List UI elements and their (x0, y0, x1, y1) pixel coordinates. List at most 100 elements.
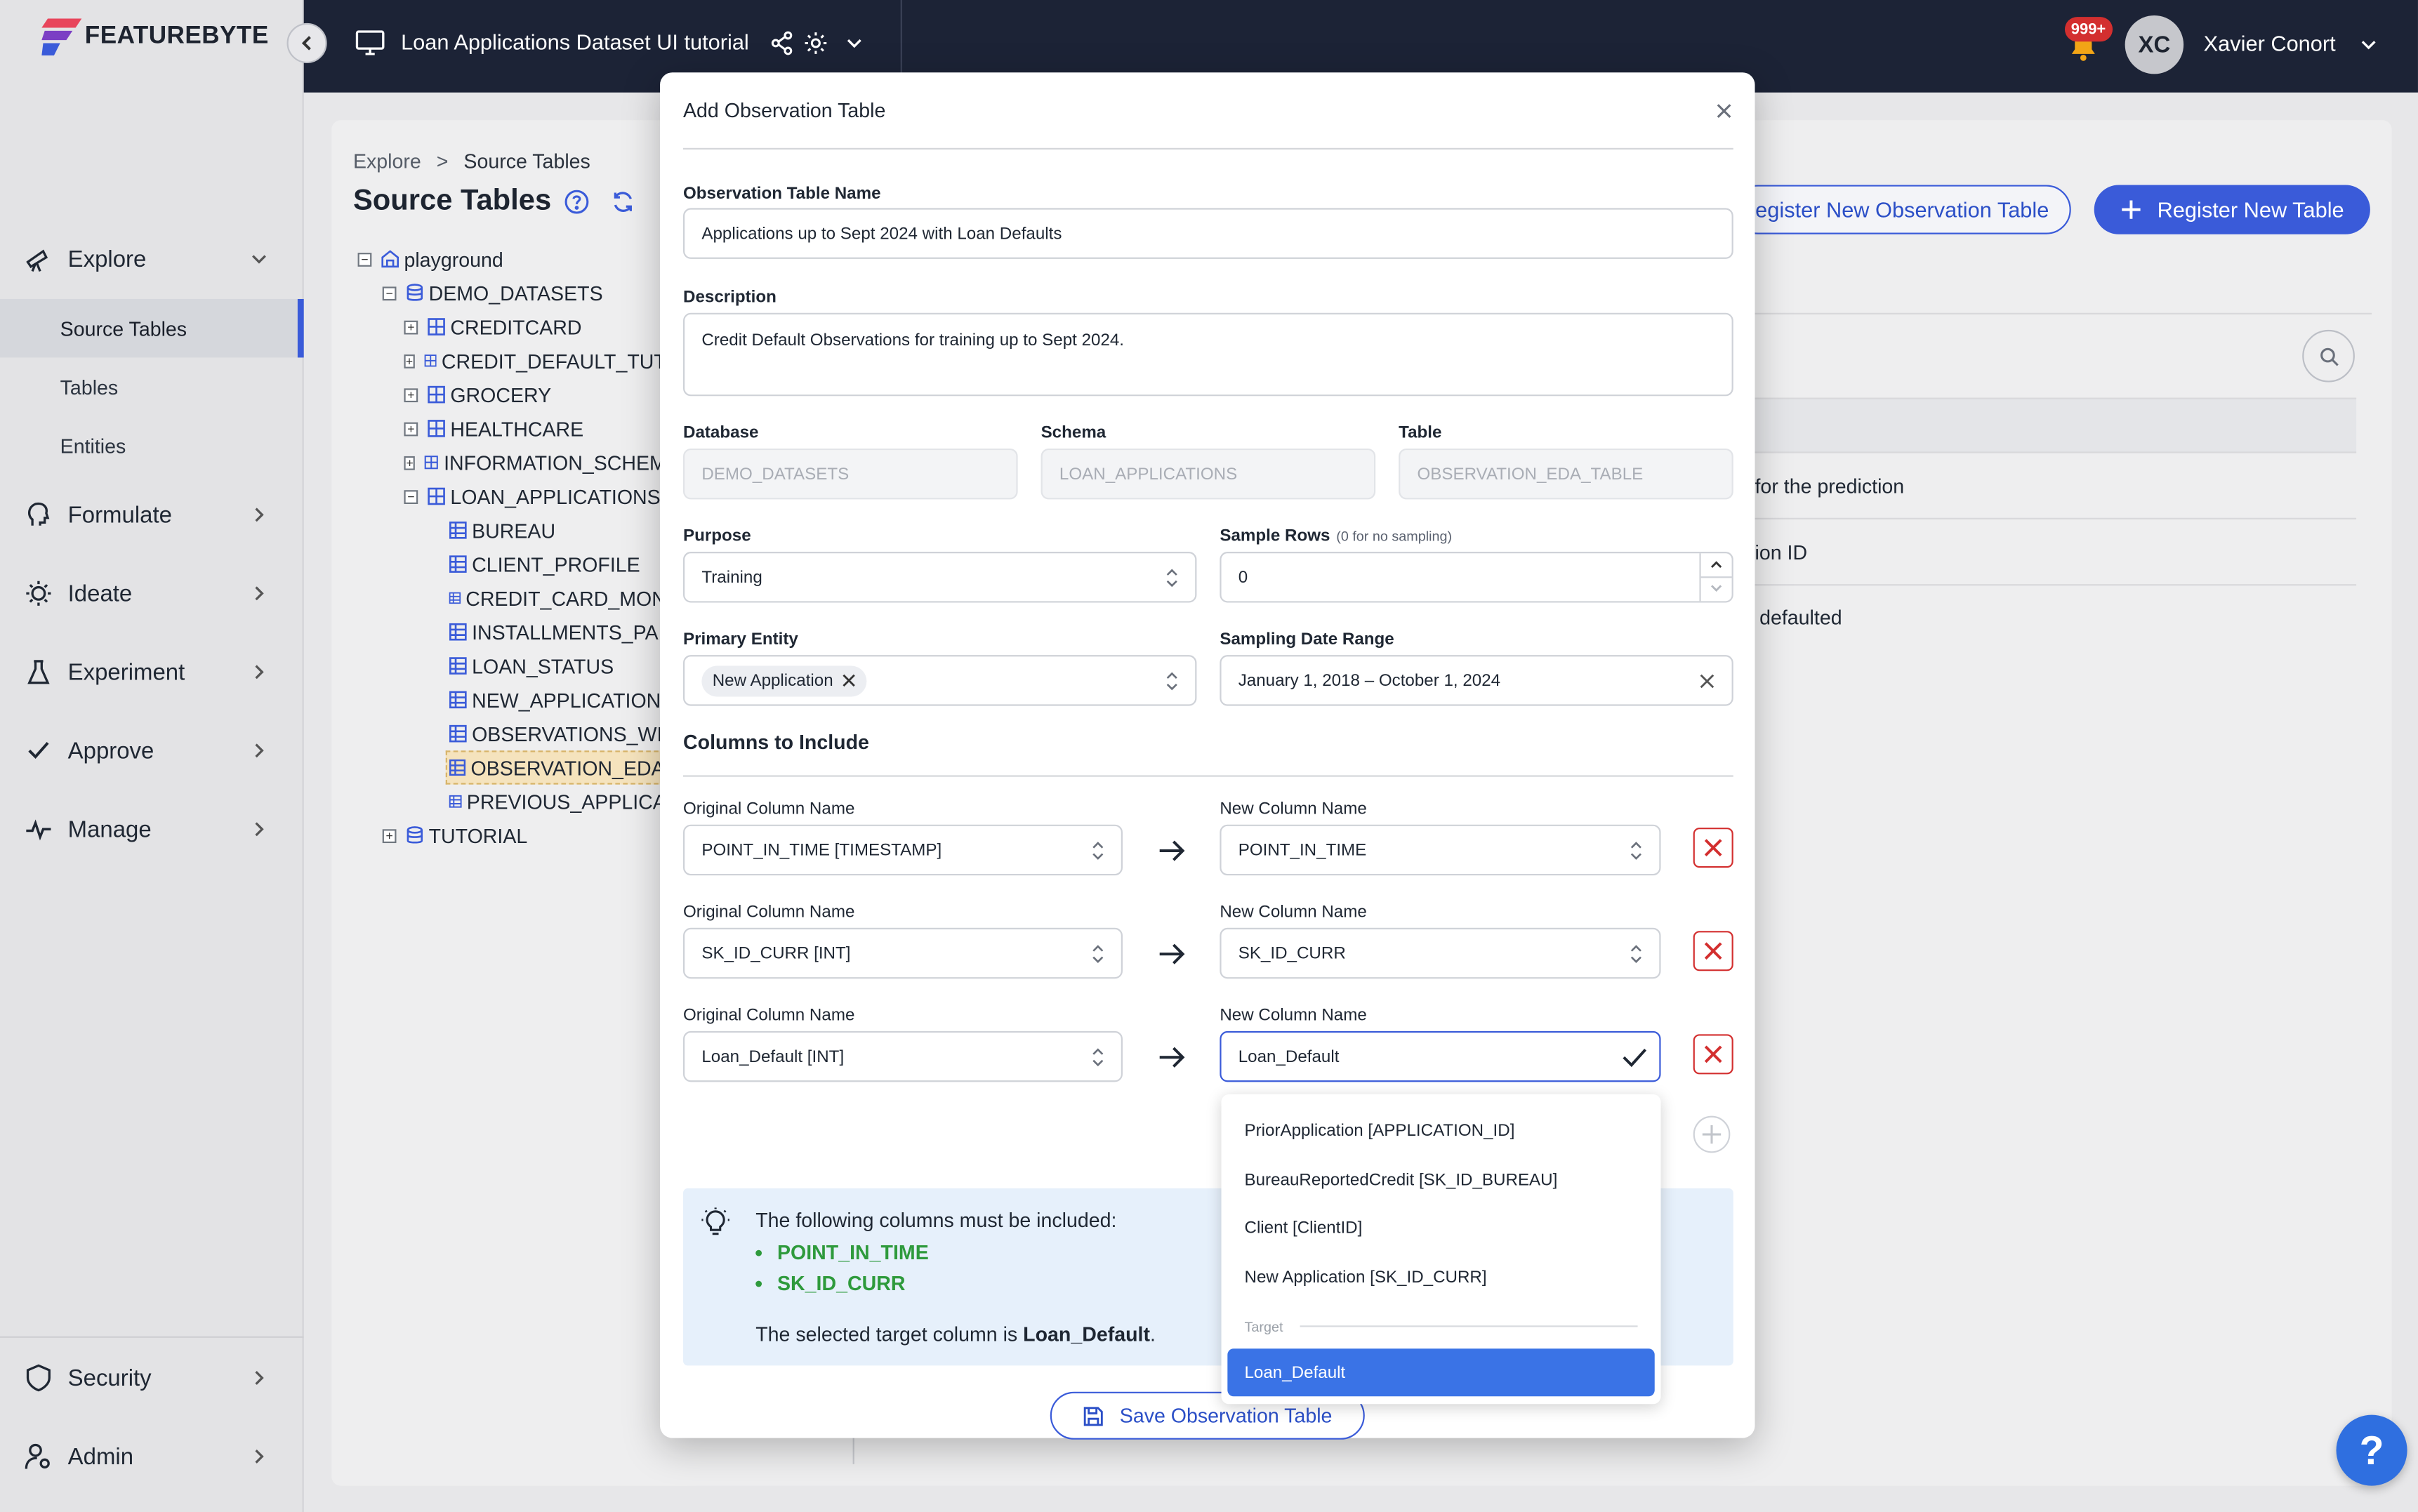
remove-column-button[interactable] (1693, 828, 1733, 868)
collapse-icon[interactable]: − (382, 286, 397, 300)
schema-label: Schema (1040, 423, 1106, 443)
new-column-label: New Column Name (1220, 800, 1367, 818)
description-textarea[interactable]: Credit Default Observations for training… (683, 312, 1733, 397)
nav-experiment[interactable]: Experiment (0, 646, 304, 698)
brand-logo[interactable]: FEATUREBYTE (41, 18, 268, 56)
purpose-select[interactable]: Training (683, 552, 1197, 603)
dropdown-option[interactable]: PriorApplication [APPLICATION_ID] (1244, 1122, 1514, 1140)
dropdown-option[interactable]: New Application [SK_ID_CURR] (1244, 1268, 1486, 1287)
sort-icon (1092, 842, 1104, 860)
dropdown-option[interactable]: BureauReportedCredit [SK_ID_BUREAU] (1244, 1172, 1557, 1190)
date-range-label: Sampling Date Range (1220, 630, 1394, 649)
tree-node-schema[interactable]: + CREDIT_DEFAULT_TUT (358, 344, 666, 378)
columns-section-title: Columns to Include (683, 730, 869, 754)
nav-approve[interactable]: Approve (0, 724, 304, 777)
plus-icon (2122, 200, 2141, 219)
observation-table-name-input[interactable]: Applications up to Sept 2024 with Loan D… (683, 208, 1733, 259)
nav-admin[interactable]: Admin (0, 1431, 304, 1483)
tree-node-demo-datasets[interactable]: − DEMO_DATASETS (358, 276, 666, 310)
chevron-up-icon[interactable] (1709, 558, 1724, 571)
dropdown-option-selected[interactable]: Loan_Default (1227, 1348, 1655, 1397)
close-icon[interactable] (1713, 100, 1735, 122)
catalog-title[interactable]: Loan Applications Dataset UI tutorial (401, 29, 749, 54)
tree-node-loan-applications[interactable]: − LOAN_APPLICATIONS (358, 479, 666, 513)
expand-icon[interactable]: + (404, 319, 418, 334)
section-divider (683, 775, 1733, 777)
add-column-button[interactable] (1693, 1115, 1731, 1153)
sidebar-item-tables[interactable]: Tables (0, 357, 304, 416)
user-name[interactable]: Xavier Conort (2204, 31, 2336, 55)
expand-icon[interactable]: + (404, 455, 416, 470)
tree-node-schema[interactable]: + CREDITCARD (358, 310, 666, 343)
sidebar-item-source-tables[interactable]: Source Tables (0, 298, 304, 358)
table-icon (428, 385, 445, 404)
original-column-select[interactable]: Loan_Default [INT] (683, 1030, 1123, 1082)
tree-node-table[interactable]: NEW_APPLICATION (358, 683, 666, 717)
expand-icon[interactable]: + (404, 353, 415, 368)
expand-icon[interactable]: + (404, 387, 418, 402)
search-button[interactable] (2302, 329, 2355, 383)
collapse-icon[interactable]: − (357, 251, 372, 266)
nav-formulate[interactable]: Formulate (0, 489, 304, 541)
tree-node-table[interactable]: BUREAU (358, 513, 666, 547)
close-icon[interactable] (843, 674, 857, 688)
notification-badge: 999+ (2064, 17, 2113, 42)
tree-node-schema[interactable]: + INFORMATION_SCHEM (358, 446, 666, 479)
tree-node-table[interactable]: PREVIOUS_APPLICA (358, 785, 666, 818)
original-column-select[interactable]: POINT_IN_TIME [TIMESTAMP] (683, 824, 1123, 876)
new-column-label: New Column Name (1220, 903, 1367, 922)
dropdown-option[interactable]: Client [ClientID] (1244, 1219, 1362, 1238)
register-new-table-button[interactable]: Register New Table (2094, 185, 2370, 234)
table-icon (449, 555, 467, 573)
tree-node-table[interactable]: OBSERVATIONS_WI (358, 717, 666, 750)
gear-icon[interactable] (803, 31, 828, 55)
tree-node-table-selected[interactable]: OBSERVATION_EDA (445, 750, 666, 785)
tree-node-tutorial[interactable]: + TUTORIAL (358, 818, 666, 852)
tree-node-table[interactable]: LOAN_STATUS (358, 649, 666, 682)
new-column-select-active[interactable]: Loan_Default (1220, 1030, 1661, 1082)
collapse-icon[interactable]: − (404, 489, 418, 503)
source-tree: − playground − DEMO_DATASETS + CREDITCAR… (357, 242, 666, 852)
original-column-select[interactable]: SK_ID_CURR [INT] (683, 927, 1123, 979)
close-icon[interactable] (1699, 674, 1715, 689)
chevron-down-icon[interactable] (845, 36, 864, 51)
new-column-select[interactable]: POINT_IN_TIME (1220, 824, 1661, 876)
remove-column-button[interactable] (1693, 1034, 1733, 1075)
register-observation-table-button[interactable]: egister New Observation Table (1733, 185, 2071, 234)
refresh-icon[interactable] (611, 190, 635, 214)
share-icon[interactable] (769, 31, 794, 55)
row-divider (1755, 584, 2357, 586)
collapse-sidebar-button[interactable] (286, 22, 327, 64)
nav-security[interactable]: Security (0, 1352, 304, 1405)
expand-icon[interactable]: + (404, 421, 418, 436)
expand-icon[interactable]: + (382, 828, 397, 842)
tree-node-schema[interactable]: + HEALTHCARE (358, 411, 666, 445)
table-icon (424, 354, 437, 367)
nav-manage[interactable]: Manage (0, 803, 304, 856)
sampling-date-range-input[interactable]: January 1, 2018 – October 1, 2024 (1220, 655, 1733, 706)
help-button[interactable]: ? (2336, 1414, 2407, 1486)
tree-node-schema[interactable]: + GROCERY (358, 378, 666, 411)
tree-node-table[interactable]: INSTALLMENTS_PA (358, 615, 666, 649)
close-icon (1704, 1045, 1722, 1063)
primary-entity-select[interactable]: New Application (683, 655, 1197, 706)
new-column-select[interactable]: SK_ID_CURR (1220, 927, 1661, 979)
chevron-down-icon[interactable] (2359, 37, 2377, 53)
nav-ideate[interactable]: Ideate (0, 567, 304, 620)
nav-explore[interactable]: Explore (0, 233, 304, 286)
breadcrumb-explore[interactable]: Explore (353, 150, 421, 173)
tree-node-table[interactable]: CREDIT_CARD_MON (358, 581, 666, 615)
breadcrumb: Explore > Source Tables (353, 150, 590, 173)
remove-column-button[interactable] (1693, 931, 1733, 971)
help-circle-icon[interactable] (564, 190, 589, 214)
entity-chip: New Application (701, 665, 867, 696)
tree-node-table[interactable]: CLIENT_PROFILE (358, 547, 666, 581)
quantity-stepper[interactable] (1699, 553, 1732, 602)
database-icon (407, 284, 423, 301)
chevron-down-icon[interactable] (1709, 583, 1724, 595)
sample-rows-input[interactable]: 0 (1220, 552, 1733, 603)
sidebar-item-entities[interactable]: Entities (0, 416, 304, 475)
avatar[interactable]: XC (2125, 15, 2184, 74)
breadcrumb-separator: > (436, 149, 449, 173)
tree-node-playground[interactable]: − playground (357, 242, 666, 276)
